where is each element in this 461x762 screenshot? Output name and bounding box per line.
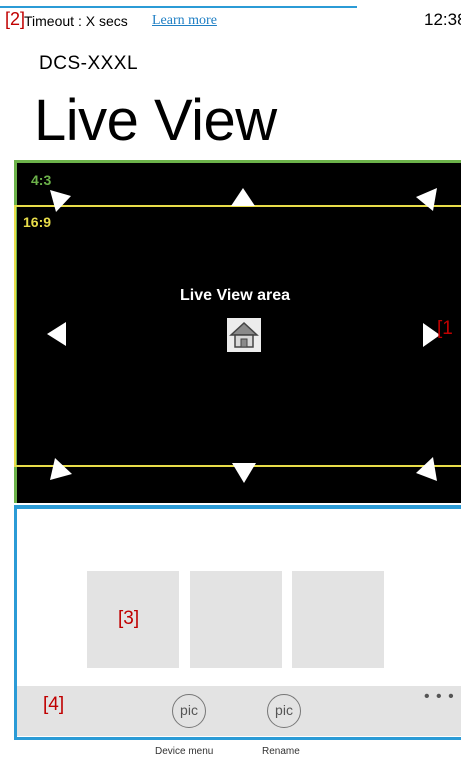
app-bar — [17, 686, 461, 736]
annotation-marker-3: [3] — [118, 608, 140, 629]
arrow-down-right-icon[interactable] — [416, 457, 437, 481]
arrow-down-left-icon[interactable] — [50, 458, 72, 480]
arrow-up-left-icon[interactable] — [50, 190, 71, 212]
thumbnail-2[interactable] — [190, 571, 282, 668]
arrow-up-icon[interactable] — [231, 188, 255, 206]
device-menu-label: Device menu — [155, 746, 214, 757]
home-icon[interactable] — [227, 318, 261, 352]
arrow-left-icon[interactable] — [47, 322, 66, 346]
device-menu-button[interactable]: pic — [172, 694, 206, 728]
more-options-icon[interactable]: • • • — [424, 688, 455, 706]
arrow-down-icon[interactable] — [232, 463, 256, 483]
annotation-marker-4: [4] — [43, 694, 65, 715]
live-view-area-label: Live View area — [180, 287, 290, 304]
rename-button[interactable]: pic — [267, 694, 301, 728]
annotation-marker-1: [1 — [437, 318, 453, 339]
rename-label: Rename — [262, 746, 300, 757]
arrow-up-right-icon[interactable] — [416, 188, 437, 211]
panel-bottom-border — [14, 737, 461, 740]
thumbnail-3[interactable] — [292, 571, 384, 668]
